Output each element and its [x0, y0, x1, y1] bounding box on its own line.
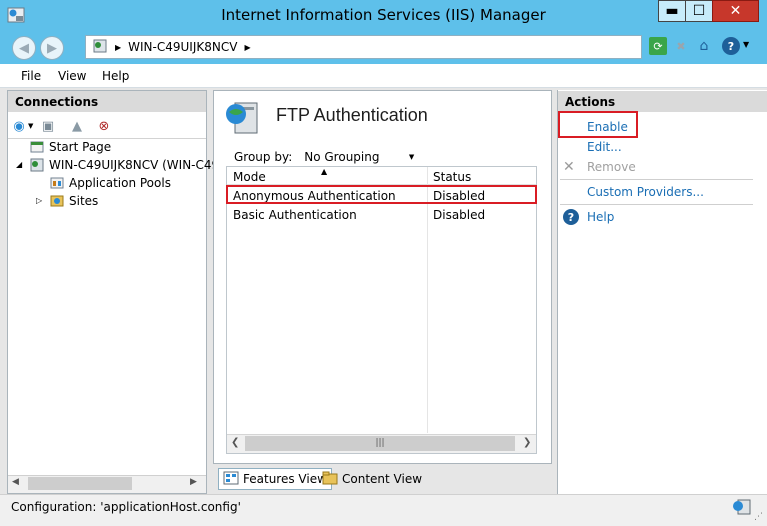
tab-label: Content View	[342, 472, 423, 486]
address-separator-icon: ▶	[115, 42, 122, 52]
start-page-icon	[29, 139, 45, 155]
group-by-value: No Grouping	[304, 150, 380, 164]
up-level-icon[interactable]: ▲	[69, 118, 85, 134]
status-text: Configuration: 'applicationHost.config'	[11, 500, 241, 514]
server-status-icon	[732, 498, 752, 516]
tree-item-label: Sites	[69, 193, 99, 208]
address-path[interactable]: WIN-C49UIJK8NCV	[128, 40, 237, 54]
app-pools-icon	[49, 175, 65, 191]
menu-file[interactable]: File	[21, 69, 41, 83]
feature-title: FTP Authentication	[276, 105, 428, 125]
content-view-icon	[322, 471, 338, 488]
resize-grip-icon[interactable]: ⋰	[754, 512, 763, 522]
chevron-down-icon: ▼	[408, 153, 415, 161]
tree-item-label: Application Pools	[69, 175, 171, 190]
actions-title: Actions	[558, 91, 767, 112]
scrollbar-thumb[interactable]: |||	[245, 436, 515, 451]
row-status-basic[interactable]: Disabled	[433, 208, 485, 222]
address-bar[interactable]: ▶ WIN-C49UIJK8NCV ▶	[85, 35, 642, 59]
expand-arrow-icon[interactable]: ▷	[36, 196, 42, 205]
forward-button[interactable]: ▶	[40, 36, 64, 60]
help-dropdown-icon[interactable]: ▼	[743, 40, 749, 49]
group-by-dropdown[interactable]: No Grouping ▼	[300, 147, 418, 167]
remove-icon: ✕	[563, 159, 575, 175]
menu-help[interactable]: Help	[102, 69, 129, 83]
scroll-left-icon[interactable]: ◀	[12, 477, 19, 487]
stop-icon[interactable]: ✖	[672, 37, 690, 55]
back-button[interactable]: ◀	[12, 36, 36, 60]
group-by-row: Group by: No Grouping ▼	[234, 147, 418, 167]
tree-item-application-pools[interactable]: Application Pools	[49, 174, 171, 191]
tree-item-server[interactable]: WIN-C49UIJK8NCV (WIN-C49	[29, 156, 219, 173]
column-separator	[427, 167, 428, 433]
refresh-icon[interactable]: ⟳	[649, 37, 667, 55]
tree-item-sites[interactable]: Sites	[49, 192, 98, 209]
action-edit[interactable]: Edit...	[587, 140, 622, 154]
tree-item-label: Start Page	[49, 139, 112, 154]
action-help[interactable]: Help	[587, 210, 614, 224]
home-icon[interactable]: ⌂	[695, 37, 713, 55]
action-custom-providers[interactable]: Custom Providers...	[587, 185, 704, 199]
save-icon[interactable]: ▣	[40, 118, 56, 134]
address-separator-icon[interactable]: ▶	[244, 43, 250, 52]
tree-item-label: WIN-C49UIJK8NCV (WIN-C49	[49, 157, 220, 172]
scroll-right-icon[interactable]: ❯	[523, 437, 531, 448]
list-header	[227, 167, 536, 185]
tab-content-view[interactable]: Content View	[318, 468, 426, 490]
minimize-button[interactable]: ▬	[658, 0, 685, 22]
group-by-label: Group by:	[234, 150, 293, 164]
server-icon	[29, 157, 45, 173]
row-mode-basic[interactable]: Basic Authentication	[233, 208, 357, 222]
actions-separator	[560, 204, 753, 205]
scrollbar-thumb[interactable]	[28, 477, 132, 490]
sites-icon	[49, 193, 65, 209]
column-header-status[interactable]: Status	[433, 170, 471, 184]
tab-features-view[interactable]: Features View	[218, 468, 332, 490]
window-title: Internet Information Services (IIS) Mana…	[221, 6, 546, 24]
maximize-button[interactable]: ☐	[685, 0, 712, 22]
server-icon	[92, 38, 108, 57]
ftp-authentication-icon	[225, 101, 261, 135]
column-header-mode[interactable]: Mode	[233, 170, 266, 184]
help-icon[interactable]: ?	[722, 37, 740, 55]
tab-label: Features View	[243, 472, 327, 486]
close-button[interactable]: ✕	[712, 0, 759, 22]
connect-dropdown-icon[interactable]: ▼	[28, 122, 33, 130]
help-icon: ?	[563, 209, 579, 225]
collapse-arrow-icon[interactable]: ◢	[16, 160, 22, 169]
features-view-icon	[223, 471, 239, 488]
connect-icon[interactable]: ◉	[11, 118, 27, 134]
highlight-anonymous-row	[226, 185, 537, 204]
action-remove[interactable]: Remove	[587, 160, 636, 174]
sort-ascending-icon: ▲	[321, 167, 328, 176]
scroll-left-icon[interactable]: ❮	[231, 437, 239, 448]
menu-view[interactable]: View	[58, 69, 86, 83]
connections-title: Connections	[8, 91, 206, 112]
tree-item-start-page[interactable]: Start Page	[29, 138, 111, 155]
scroll-right-icon[interactable]: ▶	[190, 477, 197, 487]
disconnect-icon[interactable]: ⊗	[96, 118, 112, 134]
actions-separator	[560, 179, 753, 180]
highlight-enable-action	[558, 111, 638, 138]
